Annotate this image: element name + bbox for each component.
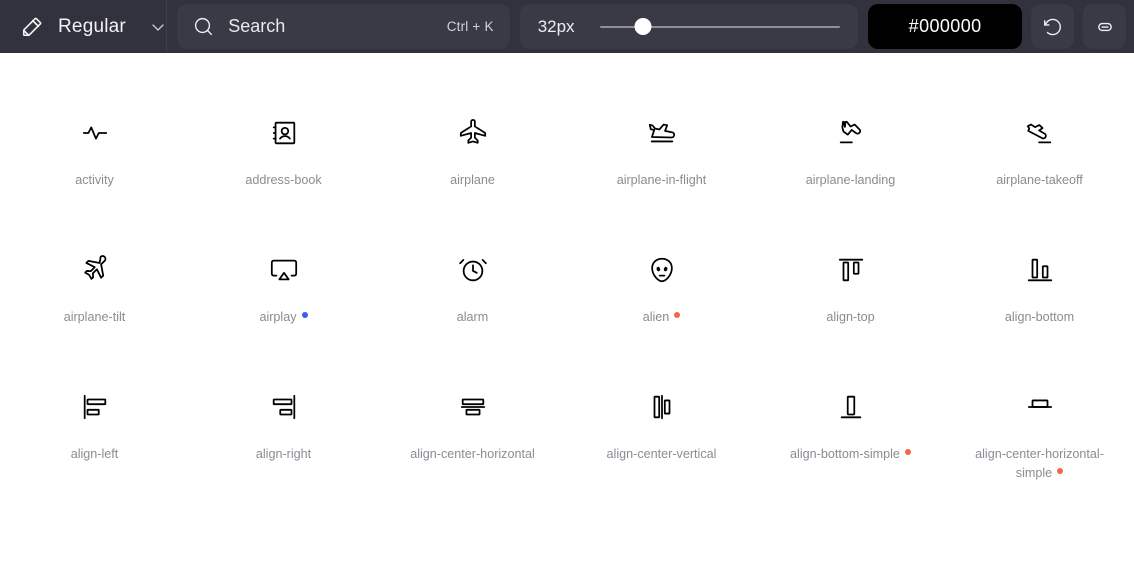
- size-control: 32px: [519, 4, 859, 49]
- alarm-icon: [458, 248, 488, 292]
- icon-cell-align-top[interactable]: align-top: [756, 248, 945, 327]
- icon-cell-align-bottom-simple[interactable]: align-bottom-simple: [756, 385, 945, 483]
- size-slider[interactable]: [599, 17, 841, 37]
- search-shortcut-hint: Ctrl + K: [446, 19, 494, 34]
- icon-label-text: align-bottom: [1004, 309, 1075, 324]
- link-icon: [1094, 16, 1116, 38]
- icon-label-text: activity: [75, 173, 114, 187]
- align-right-icon: [269, 385, 299, 429]
- address-book-icon: [269, 111, 299, 155]
- icon-label-text: alarm: [456, 309, 489, 324]
- icon-label-text: address-book: [245, 173, 322, 187]
- slider-thumb[interactable]: [634, 18, 652, 35]
- icon-label-text: align-center-vertical: [606, 446, 717, 461]
- icon-label: alien: [643, 308, 681, 327]
- icon-label: align-center-horizontal: [410, 445, 535, 464]
- airplane-takeoff-icon: [1025, 111, 1055, 155]
- icon-label: airplane-landing: [806, 171, 896, 190]
- icon-label: airplane-in-flight: [617, 171, 707, 190]
- icon-label-text: align-left: [70, 446, 119, 461]
- pencil-icon: [20, 15, 44, 39]
- icon-label-text: airplay: [259, 309, 297, 324]
- icon-label-text: airplane-tilt: [63, 309, 126, 324]
- icon-label: airplane-takeoff: [996, 171, 1083, 190]
- airplay-icon: [269, 248, 299, 292]
- icon-cell-align-center-horizontal-simple[interactable]: align-center-horizontal-simple: [945, 385, 1134, 483]
- icon-label-text: airplane-in-flight: [616, 173, 707, 187]
- icon-label-text: align-bottom-simple: [790, 446, 900, 461]
- icon-label-text: align-center-horizontal: [410, 446, 535, 461]
- size-value: 32px: [537, 16, 575, 36]
- icon-cell-airplane-takeoff[interactable]: airplane-takeoff: [945, 111, 1134, 190]
- icon-cell-airplane-landing[interactable]: airplane-landing: [756, 111, 945, 190]
- align-center-horizontal-icon: [458, 385, 488, 429]
- icon-label-text: airplane: [450, 173, 495, 187]
- icon-cell-alien[interactable]: alien: [567, 248, 756, 327]
- icon-label: align-bottom-simple: [790, 445, 911, 464]
- icon-cell-align-bottom[interactable]: align-bottom: [945, 248, 1134, 327]
- badge-new-dot: [904, 448, 911, 455]
- badge-updated-dot: [301, 311, 308, 318]
- icon-cell-align-center-vertical[interactable]: align-center-vertical: [567, 385, 756, 483]
- chevron-down-icon[interactable]: [150, 19, 166, 35]
- icon-cell-align-right[interactable]: align-right: [189, 385, 378, 483]
- activity-icon: [80, 111, 110, 155]
- badge-new-dot: [674, 311, 681, 318]
- icon-label-text: airplane-landing: [805, 173, 896, 187]
- icon-label-text: align-right: [255, 446, 312, 461]
- weight-selector[interactable]: Regular: [0, 4, 166, 49]
- icon-label: airplane-tilt: [64, 308, 126, 327]
- icon-label-text: alien: [642, 309, 670, 324]
- align-center-vertical-icon: [647, 385, 677, 429]
- alien-icon: [647, 248, 677, 292]
- icon-label: align-right: [256, 445, 311, 464]
- align-bottom-icon: [1025, 248, 1055, 292]
- icon-label: align-center-horizontal-simple: [970, 445, 1110, 483]
- badge-new-dot: [1057, 467, 1064, 474]
- icon-grid: activity address-book airplane airplane-in-…: [0, 53, 1134, 483]
- align-left-icon: [80, 385, 110, 429]
- icon-label-text: align-top: [826, 309, 875, 324]
- icon-label: align-left: [71, 445, 119, 464]
- icon-label-text: align-center-horizontal-simple: [975, 446, 1104, 480]
- reset-button[interactable]: [1031, 4, 1075, 49]
- airplane-in-flight-icon: [647, 111, 677, 155]
- align-center-horizontal-simple-icon: [1025, 385, 1055, 429]
- icon-label-text: airplane-takeoff: [996, 173, 1083, 187]
- link-button[interactable]: [1083, 4, 1126, 49]
- toolbar: Regular Search Ctrl + K 32px #000000: [0, 0, 1134, 53]
- icon-cell-align-left[interactable]: align-left: [0, 385, 189, 483]
- icon-cell-address-book[interactable]: address-book: [189, 111, 378, 190]
- color-swatch[interactable]: #000000: [868, 4, 1023, 49]
- weight-label: Regular: [58, 15, 126, 37]
- icon-label: airplane: [450, 171, 495, 190]
- toolbar-divider: [166, 0, 168, 53]
- search-field[interactable]: Search Ctrl + K: [177, 4, 510, 49]
- reset-arrow-icon: [1042, 16, 1064, 38]
- icon-cell-airplane-in-flight[interactable]: airplane-in-flight: [567, 111, 756, 190]
- icon-label: activity: [75, 171, 114, 190]
- airplane-tilt-icon: [80, 248, 110, 292]
- icon-label: align-bottom: [1005, 308, 1074, 327]
- airplane-icon: [458, 111, 488, 155]
- icon-cell-airplane[interactable]: airplane: [378, 111, 567, 190]
- align-top-icon: [836, 248, 866, 292]
- icon-label: alarm: [457, 308, 489, 327]
- airplane-landing-icon: [836, 111, 866, 155]
- icon-cell-airplay[interactable]: airplay: [189, 248, 378, 327]
- icon-cell-align-center-horizontal[interactable]: align-center-horizontal: [378, 385, 567, 483]
- align-bottom-simple-icon: [836, 385, 866, 429]
- icon-label: align-top: [826, 308, 874, 327]
- color-value: #000000: [908, 16, 982, 36]
- icon-cell-airplane-tilt[interactable]: airplane-tilt: [0, 248, 189, 327]
- icon-label: airplay: [259, 308, 308, 327]
- icon-label: align-center-vertical: [607, 445, 717, 464]
- search-input[interactable]: Search: [228, 16, 432, 37]
- icon-cell-alarm[interactable]: alarm: [378, 248, 567, 327]
- icon-cell-activity[interactable]: activity: [0, 111, 189, 190]
- icon-label: address-book: [245, 171, 321, 190]
- search-icon: [193, 16, 214, 37]
